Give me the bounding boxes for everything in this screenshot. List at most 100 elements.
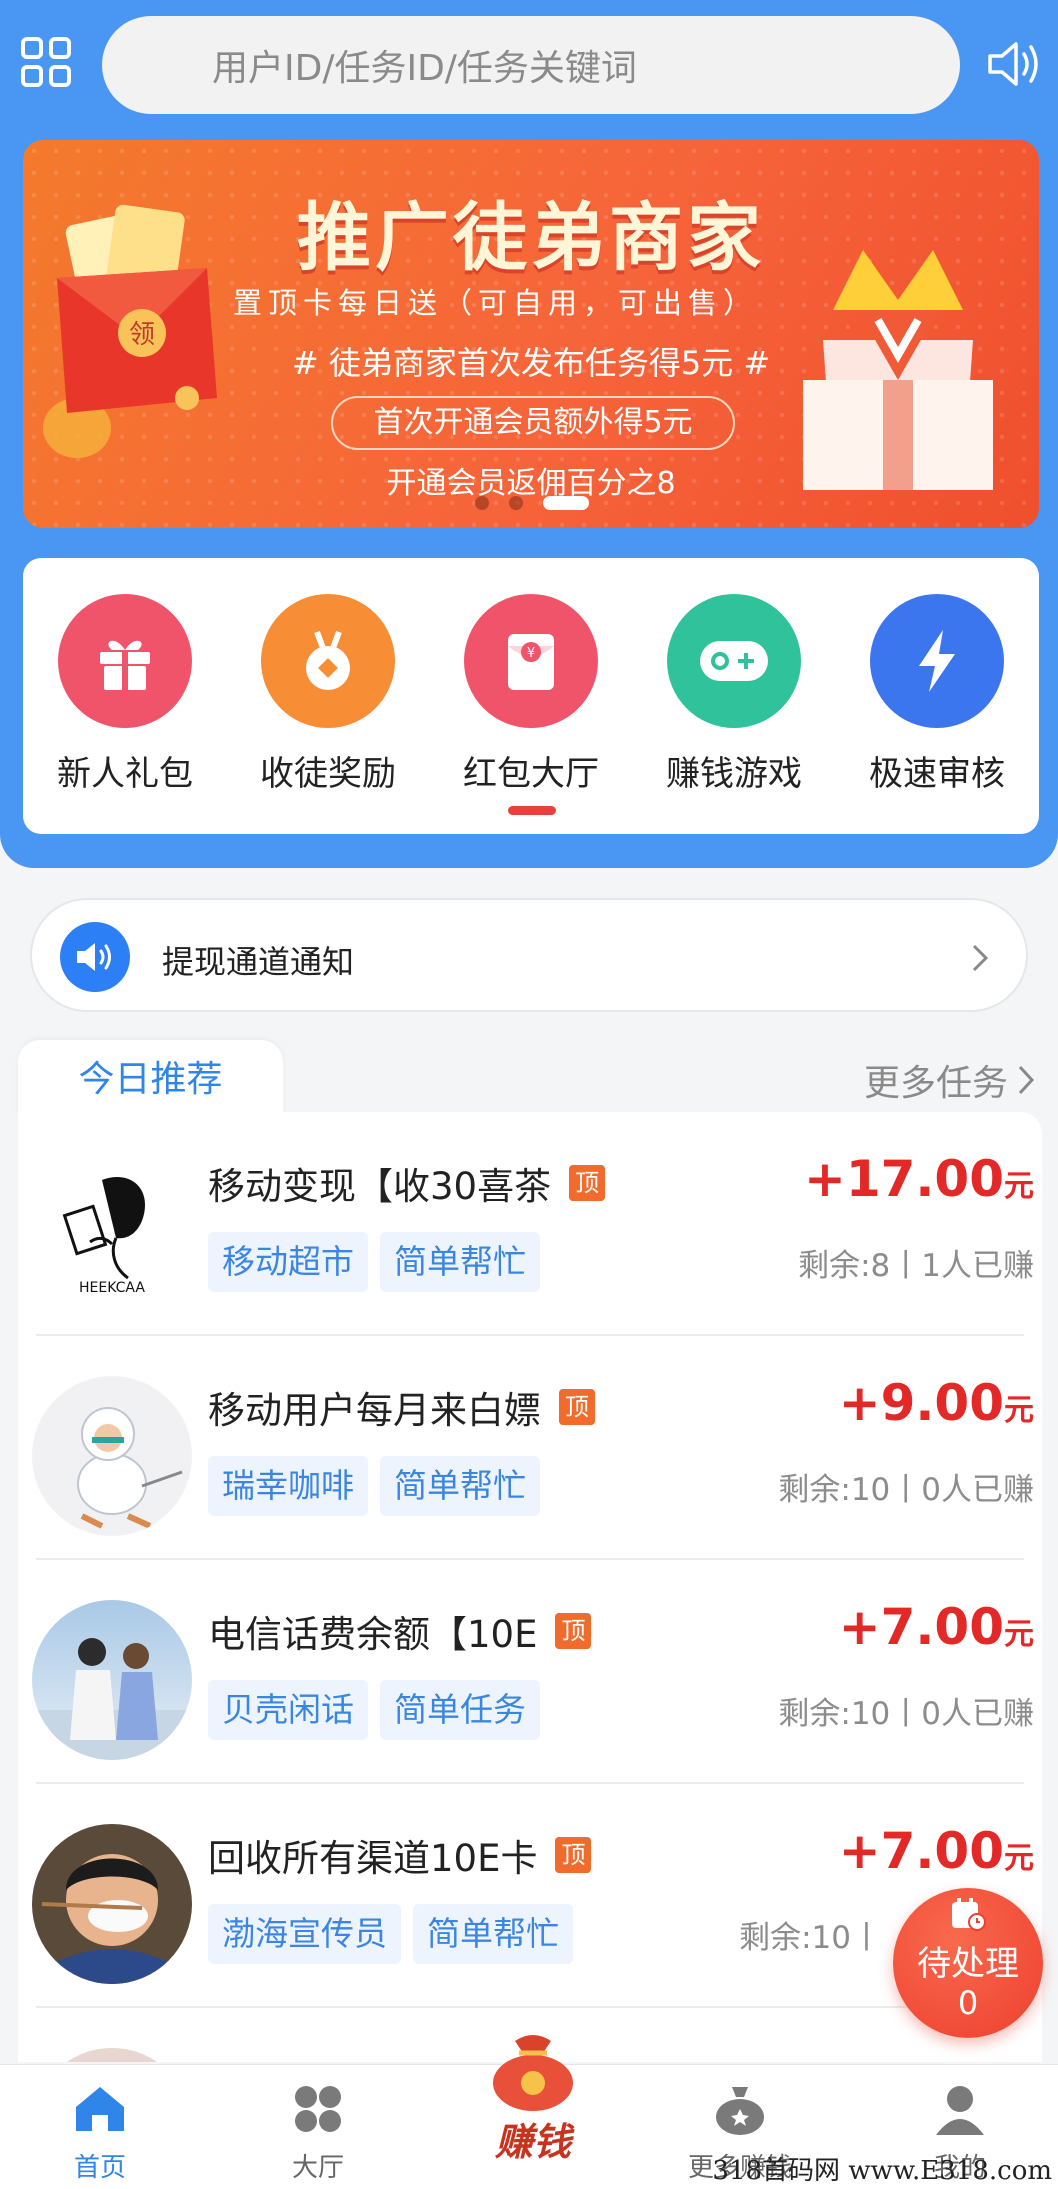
notice-text: 提现通道通知 — [162, 943, 355, 981]
carousel-dot[interactable] — [475, 496, 489, 510]
task-reward: +7.00元 — [839, 1822, 1034, 1880]
task-tags: 渤海宣传员 简单帮忙 — [208, 1904, 573, 1964]
gamepad-icon — [667, 594, 801, 728]
money-bag-icon — [493, 2035, 573, 2111]
tab-label: 大厅 — [291, 2153, 344, 2183]
task-list: HEEKCAA 移动变现【收30喜茶 顶 移动超市 简单帮忙 +17.00元 剩… — [18, 1112, 1042, 2062]
pending-fab[interactable]: 待处理 0 — [893, 1888, 1043, 2038]
task-row[interactable]: 电信话费余额【10E 顶 贝壳闲话 简单任务 +7.00元 剩余:10丨0人已赚 — [18, 1560, 1042, 1784]
hall-grid-icon — [295, 2086, 341, 2132]
home-icon — [76, 2087, 124, 2131]
reward-unit: 元 — [1004, 1841, 1034, 1876]
task-avatar: HEEKCAA — [32, 1152, 192, 1312]
pinned-badge: 顶 — [555, 1613, 592, 1649]
task-tag: 渤海宣传员 — [208, 1904, 401, 1964]
quick-item-newbie-gift[interactable]: 新人礼包 — [45, 594, 205, 795]
task-remaining: 剩余:8丨1人已赚 — [798, 1248, 1034, 1284]
pinned-badge: 顶 — [555, 1837, 592, 1873]
task-avatar — [32, 2048, 192, 2062]
quick-item-label: 收徒奖励 — [260, 754, 396, 794]
task-remaining: 剩余:10丨 — [739, 1920, 882, 1956]
menu-grid-icon[interactable] — [20, 36, 72, 88]
task-title: 电信话费余额【10E 顶 — [208, 1604, 592, 1658]
quick-menu: 新人礼包 收徒奖励 ¥ 红包大厅 赚钱游戏 极速审核 — [23, 558, 1039, 834]
chevron-right-icon — [972, 944, 989, 972]
pinned-badge: 顶 — [559, 1389, 595, 1425]
quick-item-earning-games[interactable]: 赚钱游戏 — [654, 594, 814, 795]
more-tasks-link[interactable]: 更多任务 — [864, 1054, 1036, 1106]
task-tag: 简单帮忙 — [380, 1232, 540, 1292]
task-row[interactable]: 回收所有渠道10E卡 顶 渤海宣传员 简单帮忙 +7.00元 剩余:10丨 — [18, 1784, 1042, 2008]
fab-count: 0 — [957, 1984, 979, 2022]
tab-label: 赚钱 — [494, 2120, 571, 2164]
carousel-dot[interactable] — [509, 496, 523, 510]
banner-title: 推广徒弟商家 — [297, 195, 765, 281]
coin-bag-icon — [716, 2087, 764, 2135]
task-remaining: 剩余:10丨0人已赚 — [778, 1472, 1034, 1508]
task-reward: +7.00元 — [839, 1598, 1034, 1656]
task-avatar — [32, 1600, 192, 1760]
page-indicator — [508, 806, 556, 815]
task-title: 回收所有渠道10E卡 顶 — [208, 1828, 592, 1882]
user-icon — [936, 2086, 984, 2135]
bottom-tab-bar: 首页 大厅 赚钱 更多赚钱 我的 318首码网 www.E318.com — [0, 2035, 1058, 2189]
task-tags: 贝壳闲话 简单任务 — [208, 1680, 540, 1740]
tab-home[interactable]: 首页 — [20, 2081, 180, 2184]
tab-hall[interactable]: 大厅 — [238, 2081, 398, 2184]
task-tag: 简单帮忙 — [380, 1456, 540, 1516]
task-row[interactable]: 移动用户每月来白嫖 顶 瑞幸咖啡 简单帮忙 +9.00元 剩余:10丨0人已赚 — [18, 1336, 1042, 1560]
carousel-dot-active[interactable] — [543, 496, 589, 510]
task-tags: 瑞幸咖啡 简单帮忙 — [208, 1456, 540, 1516]
task-title-text: 电信话费余额【10E — [208, 1613, 538, 1656]
avatar-brand-text: HEEKCAA — [79, 1280, 145, 1296]
task-title: 移动变现【收30喜茶 顶 — [208, 1156, 606, 1210]
task-row[interactable]: HEEKCAA 移动变现【收30喜茶 顶 移动超市 简单帮忙 +17.00元 剩… — [18, 1112, 1042, 1336]
quick-item-label: 赚钱游戏 — [666, 754, 802, 794]
pinned-badge: 顶 — [569, 1165, 606, 1201]
reward-unit: 元 — [1004, 1393, 1034, 1428]
tab-label: 首页 — [73, 2153, 126, 2183]
task-avatar — [32, 1376, 192, 1536]
promo-banner[interactable]: 领 推广徒弟商家 置顶卡每日送（可自用，可出售） # 徒弟商家首次发布任务得5元… — [23, 140, 1039, 528]
search-input[interactable]: 用户ID/任务ID/任务关键词 — [102, 16, 960, 114]
medal-icon — [261, 594, 395, 728]
banner-line: 开通会员返佣百分之8 — [386, 466, 676, 501]
reward-amount: +17.00 — [803, 1150, 1004, 1208]
speaker-icon[interactable] — [984, 34, 1044, 94]
task-title-text: 回收所有渠道10E卡 — [208, 1837, 538, 1880]
svg-text:¥: ¥ — [527, 646, 535, 661]
task-tag: 简单帮忙 — [413, 1904, 573, 1964]
red-envelope-icon: ¥ — [464, 594, 598, 728]
reward-amount: +9.00 — [838, 1374, 1004, 1432]
task-avatar — [32, 1824, 192, 1984]
task-title-text: 移动变现【收30喜茶 — [208, 1165, 552, 1208]
task-reward: +17.00元 — [804, 1150, 1034, 1208]
tab-today-recommended[interactable]: 今日推荐 — [18, 1040, 283, 1120]
task-tags: 移动超市 简单帮忙 — [208, 1232, 540, 1292]
calendar-clock-icon — [952, 1898, 986, 1931]
task-tag: 简单任务 — [380, 1680, 540, 1740]
more-tasks-label: 更多任务 — [863, 1063, 1008, 1104]
quick-item-red-packet-hall[interactable]: ¥ 红包大厅 — [451, 594, 611, 795]
banner-subtitle: 置顶卡每日送（可自用，可出售） — [233, 286, 759, 320]
reward-amount: +7.00 — [838, 1598, 1004, 1656]
quick-item-label: 新人礼包 — [57, 754, 193, 794]
quick-item-apprentice-reward[interactable]: 收徒奖励 — [248, 594, 408, 795]
fab-label: 待处理 — [917, 1944, 1019, 1984]
withdraw-notice[interactable]: 提现通道通知 — [30, 898, 1028, 1012]
reward-amount: +7.00 — [838, 1822, 1004, 1880]
task-title: 移动用户每月来白嫖 顶 — [208, 1380, 595, 1434]
quick-item-label: 极速审核 — [869, 754, 1005, 794]
lightning-icon — [870, 594, 1004, 728]
reward-unit: 元 — [1004, 1169, 1034, 1204]
tab-earn[interactable]: 赚钱 — [468, 2031, 598, 2166]
banner-pill: 首次开通会员额外得5元 — [331, 396, 735, 450]
task-tag: 贝壳闲话 — [208, 1680, 368, 1740]
quick-item-fast-review[interactable]: 极速审核 — [857, 594, 1017, 795]
task-reward: +9.00元 — [839, 1374, 1034, 1432]
quick-item-label: 红包大厅 — [463, 754, 599, 794]
watermark-text: 318首码网 www.E318.com — [712, 2156, 1052, 2186]
banner-line: # 徒弟商家首次发布任务得5元 # — [291, 344, 771, 382]
speaker-icon — [60, 922, 130, 992]
search-placeholder: 用户ID/任务ID/任务关键词 — [212, 48, 637, 89]
